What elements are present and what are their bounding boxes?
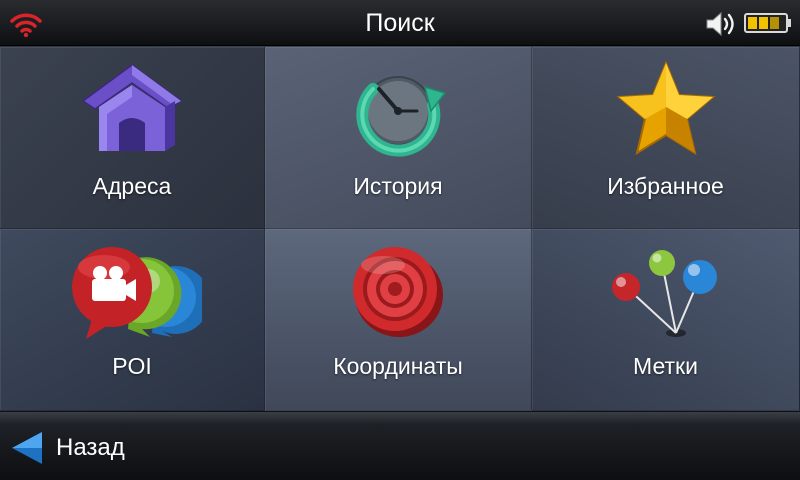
speaker-volume-icon[interactable] (704, 10, 740, 38)
history-clock-icon (356, 76, 447, 157)
target-icon (353, 247, 443, 337)
back-button[interactable]: Назад (8, 428, 125, 468)
status-bar: Поиск (0, 0, 800, 46)
menu-item-history[interactable]: История (265, 47, 532, 229)
menu-item-addresses[interactable]: Адреса (0, 47, 265, 229)
page-title: Поиск (365, 9, 435, 37)
menu-item-label: Адреса (92, 173, 172, 199)
menu-item-label: Координаты (333, 353, 463, 379)
battery-icon (744, 13, 791, 33)
menu-item-markers[interactable]: Метки (532, 229, 800, 411)
search-menu-grid: Адреса История Избранное POI Координаты … (0, 47, 800, 411)
pins-icon (611, 250, 717, 337)
house-icon (81, 64, 183, 151)
menu-item-label: Метки (633, 353, 698, 379)
menu-item-coordinates[interactable]: Координаты (265, 229, 532, 411)
menu-item-label: POI (112, 353, 152, 379)
back-label: Назад (56, 434, 125, 461)
menu-item-label: История (353, 173, 443, 199)
menu-item-favorites[interactable]: Избранное (532, 47, 800, 229)
poi-bubbles-icon (72, 247, 202, 339)
search-screen: Поиск Адреса История Избранное POI Коорд… (0, 0, 800, 480)
menu-item-label: Избранное (607, 173, 724, 199)
menu-item-poi[interactable]: POI (0, 229, 265, 411)
star-icon (615, 60, 716, 156)
bottom-bar: Назад (0, 411, 800, 480)
back-arrow-icon (12, 432, 42, 464)
